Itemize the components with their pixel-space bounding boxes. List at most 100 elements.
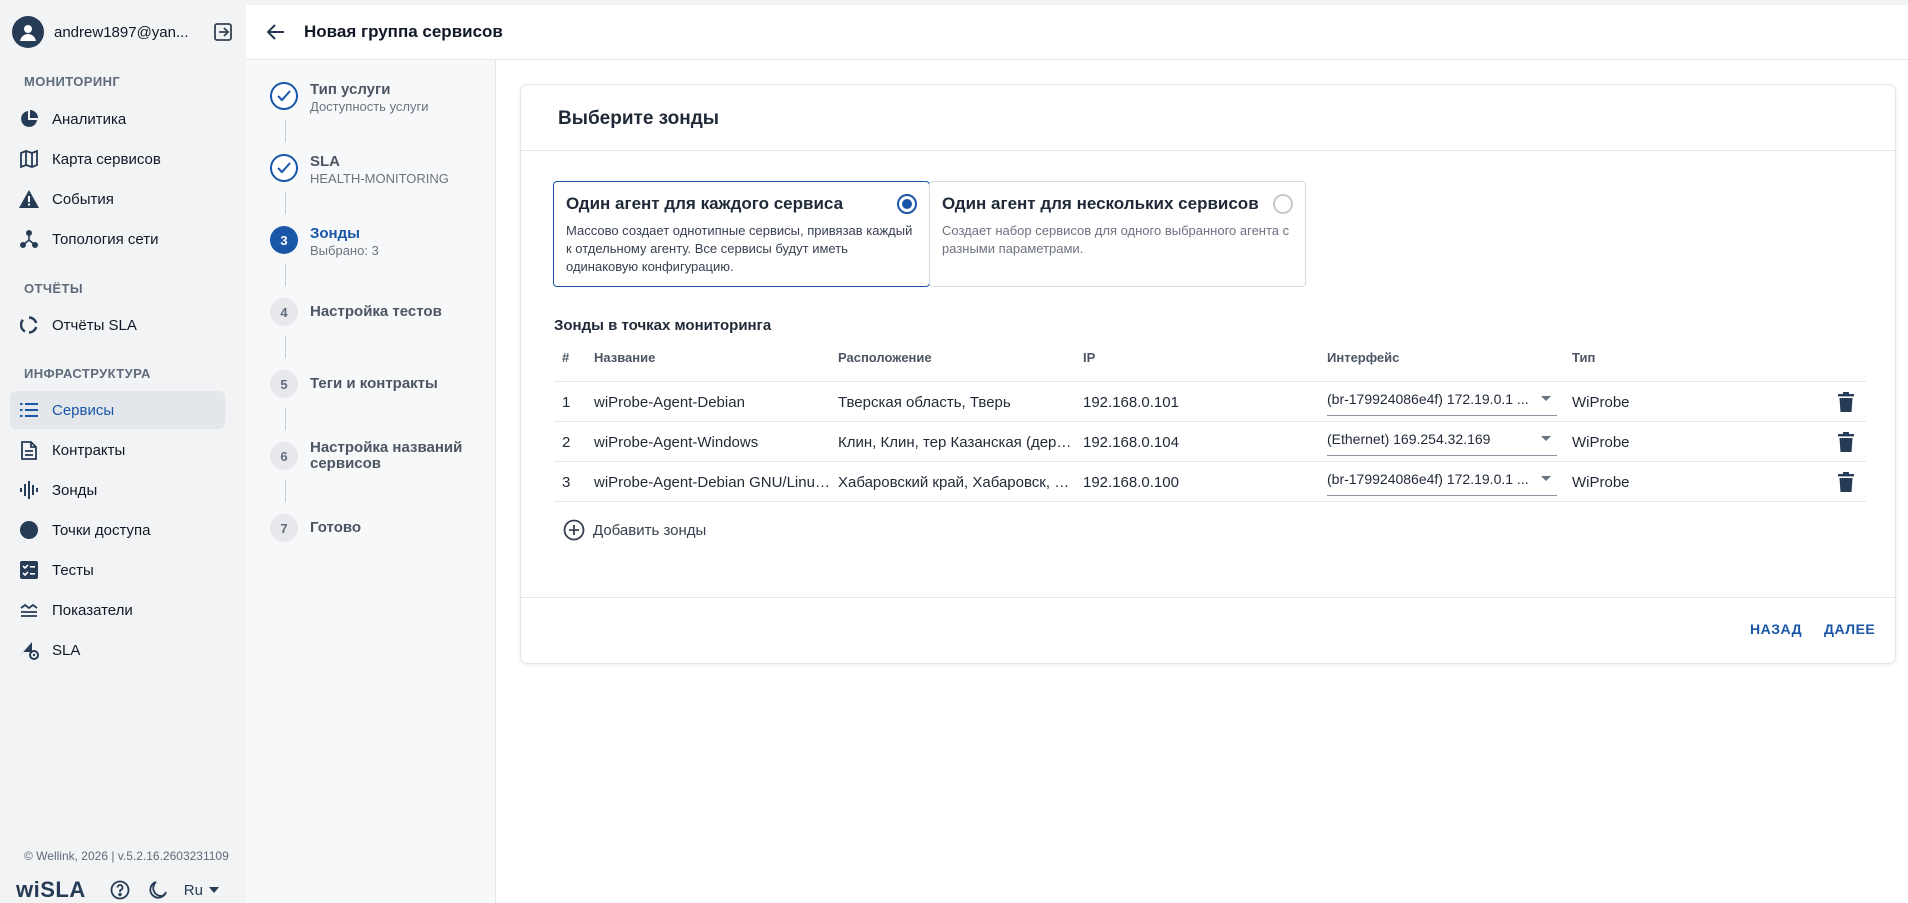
option-title: Один агент для нескольких сервисов — [942, 194, 1259, 213]
sidebar-item-label: Показатели — [52, 601, 133, 619]
avatar[interactable] — [12, 16, 44, 48]
user-avatar-icon — [20, 25, 36, 41]
stepper-connector — [285, 192, 286, 214]
section-infrastructure: ИНФРАСТРУКТУРА — [24, 366, 151, 381]
sidebar-item-events[interactable]: События — [10, 180, 225, 218]
probe-type: WiProbe — [1572, 474, 1630, 491]
table-row: 1 wiProbe-Agent-Debian Тверская область,… — [554, 382, 1866, 422]
stepper-connector — [285, 336, 286, 358]
sidebar-item-service-map[interactable]: Карта сервисов — [10, 140, 225, 178]
trash-icon[interactable] — [1836, 471, 1856, 493]
sidebar-item-access-points[interactable]: Точки доступа — [10, 511, 225, 549]
table-row: 2 wiProbe-Agent-Windows Клин, Клин, тер … — [554, 422, 1866, 462]
help-icon[interactable] — [108, 878, 132, 902]
warning-icon — [18, 188, 40, 210]
option-one-agent-per-service[interactable]: Один агент для каждого сервиса Массово с… — [553, 181, 930, 287]
sidebar-item-sla[interactable]: SLA — [10, 631, 225, 669]
stepper-connector — [285, 408, 286, 430]
divider — [521, 597, 1897, 598]
radio-unselected[interactable] — [1273, 194, 1293, 214]
back-arrow-icon[interactable] — [264, 20, 288, 44]
step-title: Настройка названий сервисов — [310, 439, 463, 472]
step-subtitle: Выбрано: 3 — [310, 243, 379, 258]
sidebar-item-label: Точки доступа — [52, 521, 151, 539]
column-header: # — [562, 350, 570, 365]
dropdown-arrow-icon — [1541, 396, 1551, 401]
radio-selected[interactable] — [897, 194, 917, 214]
dot-icon — [18, 519, 40, 541]
interface-select[interactable]: (br-179924086e4f) 172.19.0.1 ... — [1327, 466, 1557, 496]
moon-icon[interactable] — [146, 878, 170, 902]
option-description: Создает набор сервисов для одного выбран… — [942, 223, 1290, 256]
probe-bars-icon — [18, 479, 40, 501]
interface-select[interactable]: (br-179924086e4f) 172.19.0.1 ... — [1327, 386, 1557, 416]
probe-name: wiProbe-Agent-Debian — [594, 394, 745, 411]
step-number: 4 — [270, 298, 298, 326]
sidebar-item-label: События — [52, 190, 114, 208]
wisla-logo: wiSLA — [16, 877, 86, 902]
chevron-down-icon — [208, 887, 219, 893]
probe-ip: 192.168.0.101 — [1083, 394, 1179, 411]
option-one-agent-many-services[interactable]: Один агент для нескольких сервисов Созда… — [929, 181, 1306, 287]
step-number: 6 — [270, 442, 298, 470]
sidebar-item-label: Отчёты SLA — [52, 316, 137, 334]
probe-location: Клин, Клин, тер Казанская (дерев... — [838, 434, 1078, 451]
sidebar: andrew1897@yan... МОНИТОРИНГ Аналитика К… — [0, 0, 246, 903]
sidebar-item-label: Топология сети — [52, 230, 159, 248]
step-title: Готово — [310, 519, 362, 536]
sidebar-item-probes[interactable]: Зонды — [10, 471, 225, 509]
sidebar-item-label: Сервисы — [52, 401, 115, 419]
table-row: 3 wiProbe-Agent-Debian GNU/Linux 1... Ха… — [554, 462, 1866, 502]
trash-icon[interactable] — [1836, 431, 1856, 453]
sidebar-item-services[interactable]: Сервисы — [10, 391, 225, 429]
sidebar-item-tests[interactable]: Тесты — [10, 551, 225, 589]
sidebar-item-label: Аналитика — [52, 110, 127, 128]
page-title: Новая группа сервисов — [304, 22, 503, 41]
column-header: Название — [594, 350, 656, 365]
section-reports: ОТЧЁТЫ — [24, 281, 83, 296]
sidebar-bottom-bar: wiSLA Ru — [16, 876, 236, 903]
sidebar-item-metrics[interactable]: Показатели — [10, 591, 225, 629]
column-header: Интерфейс — [1327, 350, 1400, 365]
table-title: Зонды в точках мониторинга — [554, 317, 772, 334]
column-header: Расположение — [838, 350, 932, 365]
stepper-connector — [285, 120, 286, 142]
step-subtitle: Доступность услуги — [310, 99, 429, 114]
sidebar-item-contracts[interactable]: Контракты — [10, 431, 225, 469]
report-cycle-icon — [18, 314, 40, 336]
back-button[interactable]: НАЗАД — [1750, 621, 1802, 637]
sidebar-item-label: Тесты — [52, 561, 94, 579]
step-number: 3 — [270, 226, 298, 254]
step-number: 5 — [270, 370, 298, 398]
column-header: IP — [1083, 350, 1096, 365]
sidebar-item-label: Контракты — [52, 441, 126, 459]
document-icon — [18, 439, 40, 461]
interface-value: (Ethernet) 169.254.32.169 — [1327, 431, 1491, 447]
step-check-icon — [270, 154, 298, 182]
metrics-icon — [18, 599, 40, 621]
probe-ip: 192.168.0.100 — [1083, 474, 1179, 491]
analytics-pie-icon — [18, 108, 40, 130]
add-probes-button[interactable]: Добавить зонды — [563, 518, 706, 542]
divider — [521, 150, 1897, 151]
sidebar-item-analytics[interactable]: Аналитика — [10, 100, 225, 138]
add-circle-icon — [563, 519, 585, 541]
user-email: andrew1897@yan... — [54, 23, 189, 41]
sidebar-item-sla-reports[interactable]: Отчёты SLA — [10, 306, 225, 344]
probe-type: WiProbe — [1572, 394, 1630, 411]
step-check-icon — [270, 82, 298, 110]
map-icon — [18, 148, 40, 170]
logout-icon[interactable] — [212, 21, 234, 43]
language-select[interactable]: Ru — [184, 882, 219, 899]
copyright: © Wellink, 2026 | v.5.2.16.2603231109 — [24, 849, 229, 863]
next-button[interactable]: ДАЛЕЕ — [1824, 621, 1875, 637]
dropdown-arrow-icon — [1541, 436, 1551, 441]
step-title: Зонды — [310, 225, 360, 242]
step-subtitle: HEALTH-MONITORING — [310, 171, 449, 186]
interface-select[interactable]: (Ethernet) 169.254.32.169 — [1327, 426, 1557, 456]
probe-location: Тверская область, Тверь — [838, 394, 1011, 411]
sidebar-item-label: SLA — [52, 641, 81, 659]
sidebar-item-topology[interactable]: Топология сети — [10, 220, 225, 258]
step-title: Настройка тестов — [310, 303, 442, 320]
trash-icon[interactable] — [1836, 391, 1856, 413]
